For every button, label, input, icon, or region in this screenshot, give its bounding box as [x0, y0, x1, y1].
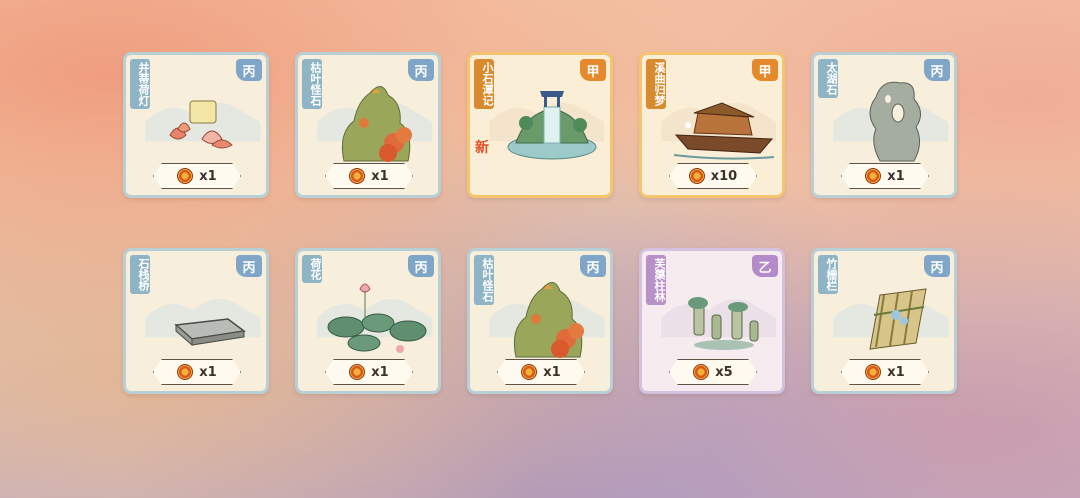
reward-grid: 并蒂荷灯 丙 x1 枯叶怪石 丙 x1 小石潭记 新 甲 溪曲归梦 甲 x10 …	[0, 0, 1080, 498]
quantity-pill: x1	[841, 359, 929, 385]
item-name: 太湖石	[818, 59, 838, 98]
quantity-pill: x1	[153, 163, 241, 189]
item-name: 枯叶怪石	[474, 255, 494, 305]
grade-badge: 甲	[752, 59, 778, 81]
taihu-stone-icon	[869, 81, 921, 162]
reward-card[interactable]: 荷花 丙 x1	[295, 248, 441, 394]
item-name: 石栈桥	[130, 255, 150, 294]
reward-card[interactable]: 太湖石 丙 x1	[811, 52, 957, 198]
reward-card[interactable]: 竹栅栏 丙 x1	[811, 248, 957, 394]
grade-badge: 丙	[408, 59, 434, 81]
grade-badge: 丙	[236, 59, 262, 81]
reward-card[interactable]: 并蒂荷灯 丙 x1	[123, 52, 269, 198]
item-name: 小石潭记	[474, 59, 494, 109]
reward-card[interactable]: 溪曲归梦 甲 x10	[639, 52, 785, 198]
quantity-text: x1	[887, 168, 905, 184]
quantity-text: x1	[887, 364, 905, 380]
grade-badge: 丙	[924, 59, 950, 81]
reward-card[interactable]: 小石潭记 新 甲	[467, 52, 613, 198]
quantity-text: x1	[371, 168, 389, 184]
waterfall-icon	[507, 91, 597, 160]
quantity-text: x1	[543, 364, 561, 380]
grade-badge: 甲	[580, 59, 606, 81]
lotus-lamp-icon	[169, 100, 233, 149]
quantity-text: x1	[199, 364, 217, 380]
item-name: 荷花	[302, 255, 322, 283]
item-name: 竹栅栏	[818, 255, 838, 294]
grade-badge: 丙	[924, 255, 950, 277]
item-name: 并蒂荷灯	[130, 59, 150, 109]
quantity-pill: x1	[325, 163, 413, 189]
reward-card[interactable]: 芙蕖柱林 乙 x5	[639, 248, 785, 394]
boat-icon	[673, 102, 775, 160]
lotus-pads-icon	[327, 283, 427, 353]
leaf-rock-icon	[513, 282, 584, 358]
quantity-text: x1	[371, 364, 389, 380]
pillars-icon	[688, 297, 759, 350]
quantity-text: x5	[715, 364, 733, 380]
quantity-text: x10	[710, 168, 738, 184]
quantity-pill: x1	[497, 359, 585, 385]
item-name: 枯叶怪石	[302, 59, 322, 109]
quantity-pill: x1	[153, 359, 241, 385]
quantity-pill: x1	[841, 163, 929, 189]
reward-card[interactable]: 枯叶怪石 丙 x1	[467, 248, 613, 394]
coin-icon	[688, 168, 705, 184]
quantity-pill: x1	[325, 359, 413, 385]
item-name: 芙蕖柱林	[646, 255, 666, 305]
grade-badge: 乙	[752, 255, 778, 277]
item-name: 溪曲归梦	[646, 59, 666, 109]
quantity-text: x1	[199, 168, 217, 184]
reward-card[interactable]: 石栈桥 丙 x1	[123, 248, 269, 394]
grade-badge: 丙	[580, 255, 606, 277]
new-tag: 新	[475, 140, 489, 156]
grade-badge: 丙	[408, 255, 434, 277]
leaf-rock-icon	[341, 86, 412, 162]
quantity-pill: x10	[669, 163, 757, 189]
reward-card[interactable]: 枯叶怪石 丙 x1	[295, 52, 441, 198]
stone-bridge-icon	[174, 318, 246, 347]
grade-badge: 丙	[236, 255, 262, 277]
quantity-pill: x5	[669, 359, 757, 385]
bamboo-fence-icon	[869, 288, 927, 350]
